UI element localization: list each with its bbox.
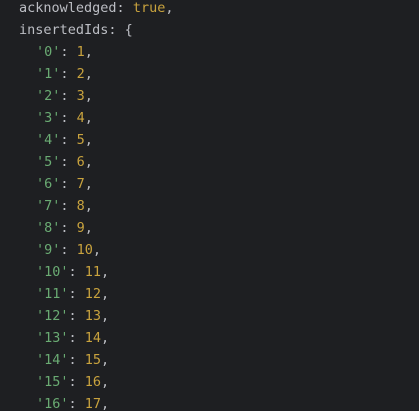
colon: :: [60, 110, 77, 126]
entry-key: '10': [36, 264, 69, 280]
comma: ,: [84, 132, 93, 148]
comma: ,: [165, 0, 174, 16]
entry-line: '16': 17,: [36, 393, 109, 411]
entry-key: '8': [36, 220, 61, 236]
colon: :: [68, 330, 85, 346]
entry-key: '15': [36, 374, 69, 390]
comma: ,: [84, 198, 93, 214]
entry-line: '10': 11,: [36, 261, 109, 283]
inserted-ids-key: insertedIds: [19, 22, 109, 38]
entry-line: '7': 8,: [36, 195, 93, 217]
entry-line: '4': 5,: [36, 129, 93, 151]
entry-key: '2': [36, 88, 61, 104]
acknowledged-line: acknowledged: true,: [19, 0, 173, 19]
entry-line: '11': 12,: [36, 283, 109, 305]
entry-value: 7: [76, 176, 85, 192]
entry-value: 16: [84, 374, 102, 390]
comma: ,: [101, 286, 110, 302]
entry-line: '9': 10,: [36, 239, 101, 261]
entry-value: 5: [76, 132, 85, 148]
entry-key: '0': [36, 44, 61, 60]
comma: ,: [101, 396, 110, 411]
entry-value: 9: [76, 220, 85, 236]
entry-value: 15: [84, 352, 102, 368]
entry-line: '15': 16,: [36, 371, 109, 393]
entry-key: '4': [36, 132, 61, 148]
entry-line: '12': 13,: [36, 305, 109, 327]
inserted-ids-line: insertedIds: {: [19, 19, 133, 41]
entry-value: 13: [84, 308, 102, 324]
colon: :: [60, 88, 77, 104]
colon: :: [68, 308, 85, 324]
entry-key: '14': [36, 352, 69, 368]
entry-key: '16': [36, 396, 69, 411]
comma: ,: [84, 110, 93, 126]
comma: ,: [84, 154, 93, 170]
colon: :: [60, 44, 77, 60]
entry-key: '3': [36, 110, 61, 126]
comma: ,: [101, 264, 110, 280]
colon: :: [60, 132, 77, 148]
entry-value: 6: [76, 154, 85, 170]
entry-key: '12': [36, 308, 69, 324]
entry-line: '1': 2,: [36, 63, 93, 85]
entry-value: 1: [76, 44, 85, 60]
comma: ,: [92, 242, 102, 258]
entry-value: 12: [84, 286, 102, 302]
entry-line: '6': 7,: [36, 173, 93, 195]
colon: :: [60, 66, 77, 82]
entry-value: 8: [76, 198, 85, 214]
entry-key: '7': [36, 198, 61, 214]
colon: :: [68, 396, 85, 411]
console-output: acknowledged: true, insertedIds: { '0': …: [0, 0, 419, 411]
entry-line: '5': 6,: [36, 151, 93, 173]
entry-line: '2': 3,: [36, 85, 93, 107]
comma: ,: [84, 220, 93, 236]
comma: ,: [84, 44, 93, 60]
colon: :: [116, 0, 133, 16]
colon: :: [68, 264, 85, 280]
colon: :: [60, 176, 77, 192]
entry-line: '0': 1,: [36, 41, 93, 63]
entry-line: '13': 14,: [36, 327, 109, 349]
colon: :: [60, 220, 77, 236]
entry-value: 17: [84, 396, 102, 411]
colon: :: [60, 198, 77, 214]
comma: ,: [101, 374, 110, 390]
colon: :: [108, 22, 125, 38]
colon: :: [68, 374, 85, 390]
entry-value: 14: [84, 330, 102, 346]
comma: ,: [84, 88, 93, 104]
entry-key: '6': [36, 176, 61, 192]
open-brace: {: [124, 22, 133, 38]
colon: :: [60, 242, 77, 258]
entry-value: 2: [76, 66, 85, 82]
entry-line: '14': 15,: [36, 349, 109, 371]
entry-value: 11: [84, 264, 102, 280]
colon: :: [68, 286, 85, 302]
entry-value: 3: [76, 88, 85, 104]
entry-line: '8': 9,: [36, 217, 93, 239]
entry-key: '13': [36, 330, 69, 346]
colon: :: [60, 154, 77, 170]
colon: :: [68, 352, 85, 368]
entry-value: 4: [76, 110, 85, 126]
entry-value: 10: [76, 242, 93, 258]
entry-key: '5': [36, 154, 61, 170]
comma: ,: [84, 66, 93, 82]
acknowledged-value: true: [132, 0, 166, 16]
entry-key: '1': [36, 66, 61, 82]
comma: ,: [101, 352, 110, 368]
entry-key: '11': [36, 286, 69, 302]
entry-key: '9': [36, 242, 61, 258]
entry-line: '3': 4,: [36, 107, 93, 129]
comma: ,: [101, 308, 110, 324]
comma: ,: [101, 330, 110, 346]
comma: ,: [84, 176, 93, 192]
acknowledged-key: acknowledged: [19, 0, 117, 16]
